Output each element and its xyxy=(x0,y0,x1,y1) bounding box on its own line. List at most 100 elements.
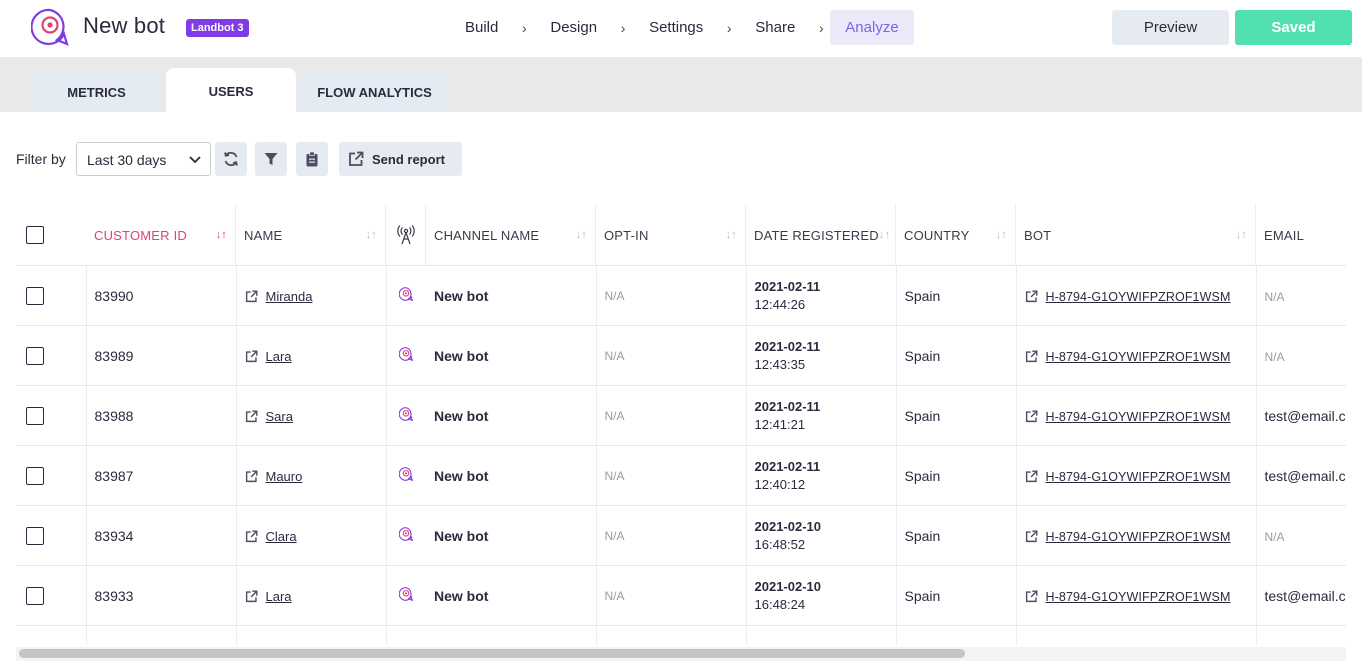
sort-icon[interactable]: ↓↑ xyxy=(996,229,1007,241)
row-checkbox[interactable] xyxy=(26,406,44,425)
select-all-checkbox[interactable] xyxy=(26,226,44,244)
user-name-link[interactable]: Lara xyxy=(266,349,292,364)
clipboard-icon xyxy=(306,151,318,167)
customer-id-cell: 83934 xyxy=(85,505,236,566)
row-checkbox[interactable] xyxy=(26,586,44,605)
sort-icon[interactable]: ↓↑ xyxy=(216,229,227,241)
row-checkbox[interactable] xyxy=(26,346,44,365)
tab-flow-analytics[interactable]: FLOW ANALYTICS xyxy=(300,74,449,112)
tab-metrics[interactable]: METRICS xyxy=(31,74,162,112)
bot-id-link[interactable]: H-8794-G1OYWIFPZROF1WSM xyxy=(1046,350,1231,364)
row-select-cell xyxy=(16,445,86,506)
bot-title[interactable]: New bot xyxy=(83,13,165,39)
country-cell: Spain xyxy=(895,505,1016,566)
date-registered-cell: 2021-02-11 12:40:12 xyxy=(745,445,896,506)
nav-share[interactable]: Share xyxy=(738,10,812,45)
nav-settings[interactable]: Settings xyxy=(632,10,720,45)
country-cell: Spain xyxy=(895,385,1016,446)
external-link-icon[interactable] xyxy=(1025,350,1038,363)
row-select-cell xyxy=(16,385,86,446)
table-row[interactable]: 83990 Miranda New bot N/A 2021-02-11 12:44:26… xyxy=(16,265,1346,326)
customer-id-cell: 83987 xyxy=(85,445,236,506)
preview-button[interactable]: Preview xyxy=(1112,10,1229,45)
table-row[interactable]: 83934 Clara New bot N/A 2021-02-10 16:48:52 Sp… xyxy=(16,505,1346,566)
row-checkbox[interactable] xyxy=(26,526,44,545)
date-range-select[interactable]: Last 30 days xyxy=(76,142,211,176)
external-link-icon xyxy=(349,151,364,166)
sort-icon[interactable]: ↓↑ xyxy=(576,229,587,241)
horizontal-scrollbar[interactable] xyxy=(16,647,1346,661)
nav-analyze[interactable]: Analyze xyxy=(830,10,914,45)
col-name[interactable]: NAME ↓↑ xyxy=(236,205,386,266)
table-row[interactable]: 2021-02-09 xyxy=(16,625,1346,645)
col-country-label: COUNTRY xyxy=(904,227,970,243)
table-row[interactable]: 83988 Sara New bot N/A 2021-02-11 12:41:21 Spa… xyxy=(16,385,1347,446)
name-cell xyxy=(235,625,386,645)
landbot-logo-icon[interactable] xyxy=(31,8,69,46)
col-date-registered[interactable]: DATE REGISTERED ↓↑ xyxy=(746,205,896,266)
sort-icon[interactable]: ↓↑ xyxy=(1236,229,1247,241)
external-link-icon[interactable] xyxy=(1025,290,1038,303)
bot-id-link[interactable]: H-8794-G1OYWIFPZROF1WSM xyxy=(1046,410,1231,424)
external-link-icon[interactable] xyxy=(245,470,258,483)
external-link-icon[interactable] xyxy=(245,350,258,363)
external-link-icon[interactable] xyxy=(245,590,258,603)
filter-button[interactable] xyxy=(255,142,287,176)
nav-design[interactable]: Design xyxy=(533,10,614,45)
col-bot-label: BOT xyxy=(1024,227,1052,243)
row-checkbox[interactable] xyxy=(26,286,44,305)
external-link-icon[interactable] xyxy=(1025,470,1038,483)
email-value: test@email.co xyxy=(1264,407,1347,424)
customer-id-cell: 83990 xyxy=(85,265,236,326)
bot-id-link[interactable]: H-8794-G1OYWIFPZROF1WSM xyxy=(1046,470,1231,484)
bot-cell: H-8794-G1OYWIFPZROF1WSM xyxy=(1015,565,1256,626)
external-link-icon[interactable] xyxy=(245,410,258,423)
channel-icon-cell xyxy=(385,265,426,326)
bot-cell: H-8794-G1OYWIFPZROF1WSM xyxy=(1015,505,1256,566)
user-name-link[interactable]: Sara xyxy=(266,409,293,424)
table-row[interactable]: 83933 Lara New bot N/A 2021-02-10 16:48:24 Spa… xyxy=(16,565,1346,626)
bot-id-link[interactable]: H-8794-G1OYWIFPZROF1WSM xyxy=(1046,590,1231,604)
col-country[interactable]: COUNTRY ↓↑ xyxy=(896,205,1016,266)
funnel-icon xyxy=(264,153,278,165)
col-bot[interactable]: BOT ↓↑ xyxy=(1016,205,1256,266)
scrollbar-thumb[interactable] xyxy=(19,649,965,658)
channel-icon-cell xyxy=(385,325,426,386)
external-link-icon[interactable] xyxy=(1025,590,1038,603)
channel-name-cell: New bot xyxy=(426,325,596,386)
external-link-icon[interactable] xyxy=(1025,410,1038,423)
send-report-button[interactable]: Send report xyxy=(339,142,462,176)
tab-users[interactable]: USERS xyxy=(166,68,296,112)
email-cell: N/A xyxy=(1255,265,1346,326)
nav-separator: › xyxy=(620,19,626,36)
external-link-icon[interactable] xyxy=(245,530,258,543)
bot-id-link[interactable]: H-8794-G1OYWIFPZROF1WSM xyxy=(1046,530,1231,544)
col-opt-in[interactable]: OPT-IN ↓↑ xyxy=(596,205,746,266)
user-name-link[interactable]: Lara xyxy=(266,589,292,604)
col-email[interactable]: EMAIL xyxy=(1256,205,1346,266)
users-table-container[interactable]: CUSTOMER ID ↓↑ NAME ↓↑ CHANNEL NAME ↓↑ O… xyxy=(16,205,1346,645)
saved-button[interactable]: Saved xyxy=(1235,10,1352,45)
bot-id-link[interactable]: H-8794-G1OYWIFPZROF1WSM xyxy=(1046,290,1231,304)
row-checkbox[interactable] xyxy=(26,466,44,485)
name-cell: Sara xyxy=(235,385,386,446)
external-link-icon[interactable] xyxy=(1025,530,1038,543)
country-cell xyxy=(895,625,1016,645)
sort-icon[interactable]: ↓↑ xyxy=(879,229,890,241)
refresh-button[interactable] xyxy=(215,142,247,176)
external-link-icon[interactable] xyxy=(245,290,258,303)
table-row[interactable]: 83989 Lara New bot N/A 2021-02-11 12:43:35 Spa… xyxy=(16,325,1346,386)
table-row[interactable]: 83987 Mauro New bot N/A 2021-02-11 12:40:12 Sp… xyxy=(16,445,1346,506)
user-name-link[interactable]: Miranda xyxy=(266,289,313,304)
sort-icon[interactable]: ↓↑ xyxy=(726,229,737,241)
user-name-link[interactable]: Clara xyxy=(266,529,297,544)
col-customer-id[interactable]: CUSTOMER ID ↓↑ xyxy=(86,205,236,266)
sort-icon[interactable]: ↓↑ xyxy=(366,229,377,241)
export-clipboard-button[interactable] xyxy=(296,142,328,176)
nav-build[interactable]: Build xyxy=(448,10,515,45)
date-registered-cell: 2021-02-10 16:48:52 xyxy=(745,505,896,566)
name-cell: Clara xyxy=(235,505,386,566)
name-cell: Miranda xyxy=(235,265,386,326)
user-name-link[interactable]: Mauro xyxy=(266,469,303,484)
col-channel-name[interactable]: CHANNEL NAME ↓↑ xyxy=(426,205,596,266)
